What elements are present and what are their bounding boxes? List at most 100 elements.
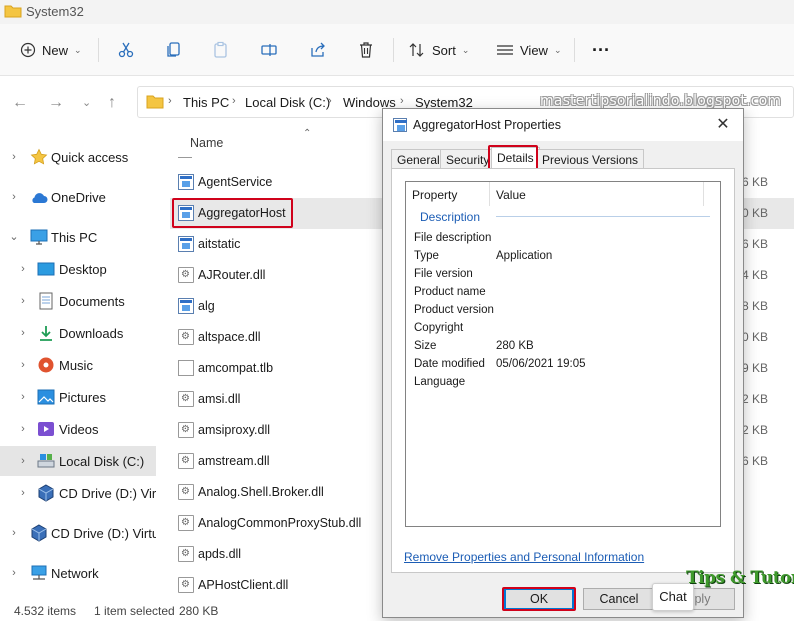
expand-chevron-icon[interactable]: › — [8, 151, 20, 163]
breadcrumb-chevron-icon: › — [328, 95, 332, 107]
toolbar-divider — [98, 38, 99, 62]
command-bar: New ⌄ Sort ⌄ View ⌄ ··· — [0, 24, 794, 76]
expand-chevron-icon[interactable]: › — [17, 423, 29, 435]
sidebar-item-label: OneDrive — [51, 189, 106, 205]
sidebar-item-documents[interactable]: › Documents — [0, 286, 156, 316]
dialog-title: AggregatorHost Properties — [413, 118, 561, 132]
sidebar-item-pictures[interactable]: › Pictures — [0, 382, 156, 412]
chevron-down-icon: ⌄ — [553, 44, 562, 55]
column-header-name[interactable]: Name — [190, 136, 223, 150]
remove-properties-link[interactable]: Remove Properties and Personal Informati… — [404, 550, 644, 564]
forward-arrow-icon[interactable]: → — [48, 94, 64, 112]
file-name: AnalogCommonProxyStub.dll — [198, 516, 362, 530]
rename-icon — [261, 44, 277, 56]
sort-button[interactable]: Sort ⌄ — [408, 36, 469, 64]
breadcrumb-local-disk[interactable]: Local Disk (C:) — [245, 95, 330, 110]
property-key: Product name — [414, 286, 486, 298]
share-icon — [311, 42, 325, 57]
breadcrumb-this-pc[interactable]: This PC — [183, 95, 229, 110]
property-value: 280 KB — [496, 340, 534, 352]
file-name: aitstatic — [198, 237, 241, 251]
close-icon[interactable]: ✕ — [711, 113, 735, 137]
cancel-button[interactable]: Cancel — [583, 588, 655, 610]
collapse-chevron-icon[interactable]: ⌄ — [8, 230, 20, 243]
sidebar-item-label: Documents — [59, 293, 125, 309]
music-icon — [38, 357, 54, 373]
sidebar-item-label: CD Drive (D:) Virtual — [51, 525, 156, 541]
file-name: altspace.dll — [198, 330, 261, 344]
rename-button[interactable] — [260, 36, 278, 64]
sidebar-item-label: Network — [51, 565, 99, 581]
sidebar-item-network[interactable]: › Network — [0, 558, 156, 588]
expand-chevron-icon[interactable]: › — [8, 527, 20, 539]
sidebar-item-videos[interactable]: › Videos — [0, 414, 156, 444]
expand-chevron-icon[interactable]: › — [17, 455, 29, 467]
expand-chevron-icon[interactable]: › — [17, 263, 29, 275]
expand-chevron-icon[interactable]: › — [17, 295, 29, 307]
property-key: Date modified — [414, 358, 485, 370]
folder-icon — [146, 95, 164, 109]
view-button[interactable]: View ⌄ — [496, 36, 562, 64]
property-key: File version — [414, 268, 473, 280]
cut-button[interactable] — [117, 36, 135, 64]
sidebar-item-local-disk[interactable]: › Local Disk (C:) — [0, 446, 156, 476]
sidebar-item-cd-drive-nested[interactable]: › CD Drive (D:) Virtu — [0, 478, 156, 508]
share-button[interactable] — [309, 36, 327, 64]
property-key: Product version — [414, 304, 494, 316]
download-icon — [40, 326, 52, 341]
file-name: amsiproxy.dll — [198, 423, 271, 437]
window-titlebar: System32 — [0, 0, 794, 24]
column-header-property[interactable]: Property — [406, 182, 490, 206]
column-header-value[interactable]: Value — [490, 182, 704, 206]
up-arrow-icon[interactable]: ↑ — [108, 94, 116, 112]
sidebar-item-music[interactable]: › Music — [0, 350, 156, 380]
property-key: Copyright — [414, 322, 464, 334]
sort-ascending-icon: ⌃ — [303, 128, 312, 139]
delete-button[interactable] — [357, 36, 375, 64]
cd-drive-icon — [38, 484, 54, 502]
expand-chevron-icon[interactable]: › — [8, 191, 20, 203]
sidebar-item-onedrive[interactable]: › OneDrive — [0, 182, 156, 212]
new-label: New — [42, 42, 69, 58]
monitor-icon — [30, 229, 48, 245]
sidebar-item-label: Quick access — [51, 149, 129, 165]
tab-general[interactable]: General — [391, 149, 446, 169]
sidebar-item-cd-drive[interactable]: › CD Drive (D:) Virtual — [0, 518, 156, 548]
file-size: 9 KB — [741, 361, 768, 375]
expand-chevron-icon[interactable]: › — [17, 359, 29, 371]
trash-icon — [360, 42, 372, 58]
sidebar-item-downloads[interactable]: › Downloads — [0, 318, 156, 348]
file-name: amcompat.tlb — [198, 361, 274, 375]
property-list[interactable]: Property Value Description File descript… — [405, 181, 721, 527]
back-arrow-icon[interactable]: ← — [12, 94, 28, 112]
expand-chevron-icon[interactable]: › — [17, 327, 29, 339]
new-button[interactable]: New ⌄ — [20, 36, 82, 64]
file-name: amsi.dll — [198, 392, 241, 406]
paste-button[interactable] — [212, 36, 230, 64]
expand-chevron-icon[interactable]: › — [17, 487, 29, 499]
file-name: Analog.Shell.Broker.dll — [198, 485, 324, 499]
navigation-pane: › Quick access › OneDrive ⌄ This PC › De… — [0, 128, 160, 598]
sidebar-item-label: Downloads — [59, 325, 124, 341]
file-name: AJRouter.dll — [198, 268, 266, 282]
site-watermark: mastertipsorialindo.blogspot.com — [540, 93, 782, 109]
copy-button[interactable] — [165, 36, 183, 64]
expand-chevron-icon[interactable]: › — [8, 567, 20, 579]
partial-row-icon — [178, 150, 192, 158]
expand-chevron-icon[interactable]: › — [17, 391, 29, 403]
sidebar-item-quick-access[interactable]: › Quick access — [0, 142, 156, 172]
more-options-button[interactable]: ··· — [592, 36, 610, 64]
sidebar-item-this-pc[interactable]: ⌄ This PC — [0, 222, 156, 252]
clipboard-icon — [214, 41, 227, 58]
section-heading: Description — [420, 210, 481, 224]
recent-chevron-icon[interactable]: ⌄ — [82, 96, 91, 109]
cd-drive-icon — [31, 524, 47, 542]
file-name: amstream.dll — [198, 454, 270, 468]
plus-circle-icon — [20, 42, 36, 58]
toolbar-divider — [393, 38, 394, 62]
sidebar-item-desktop[interactable]: › Desktop — [0, 254, 156, 284]
tab-previous-versions[interactable]: Previous Versions — [536, 149, 645, 169]
file-name: apds.dll — [198, 547, 242, 561]
file-size: 4 KB — [741, 268, 768, 282]
cloud-icon — [32, 193, 48, 203]
